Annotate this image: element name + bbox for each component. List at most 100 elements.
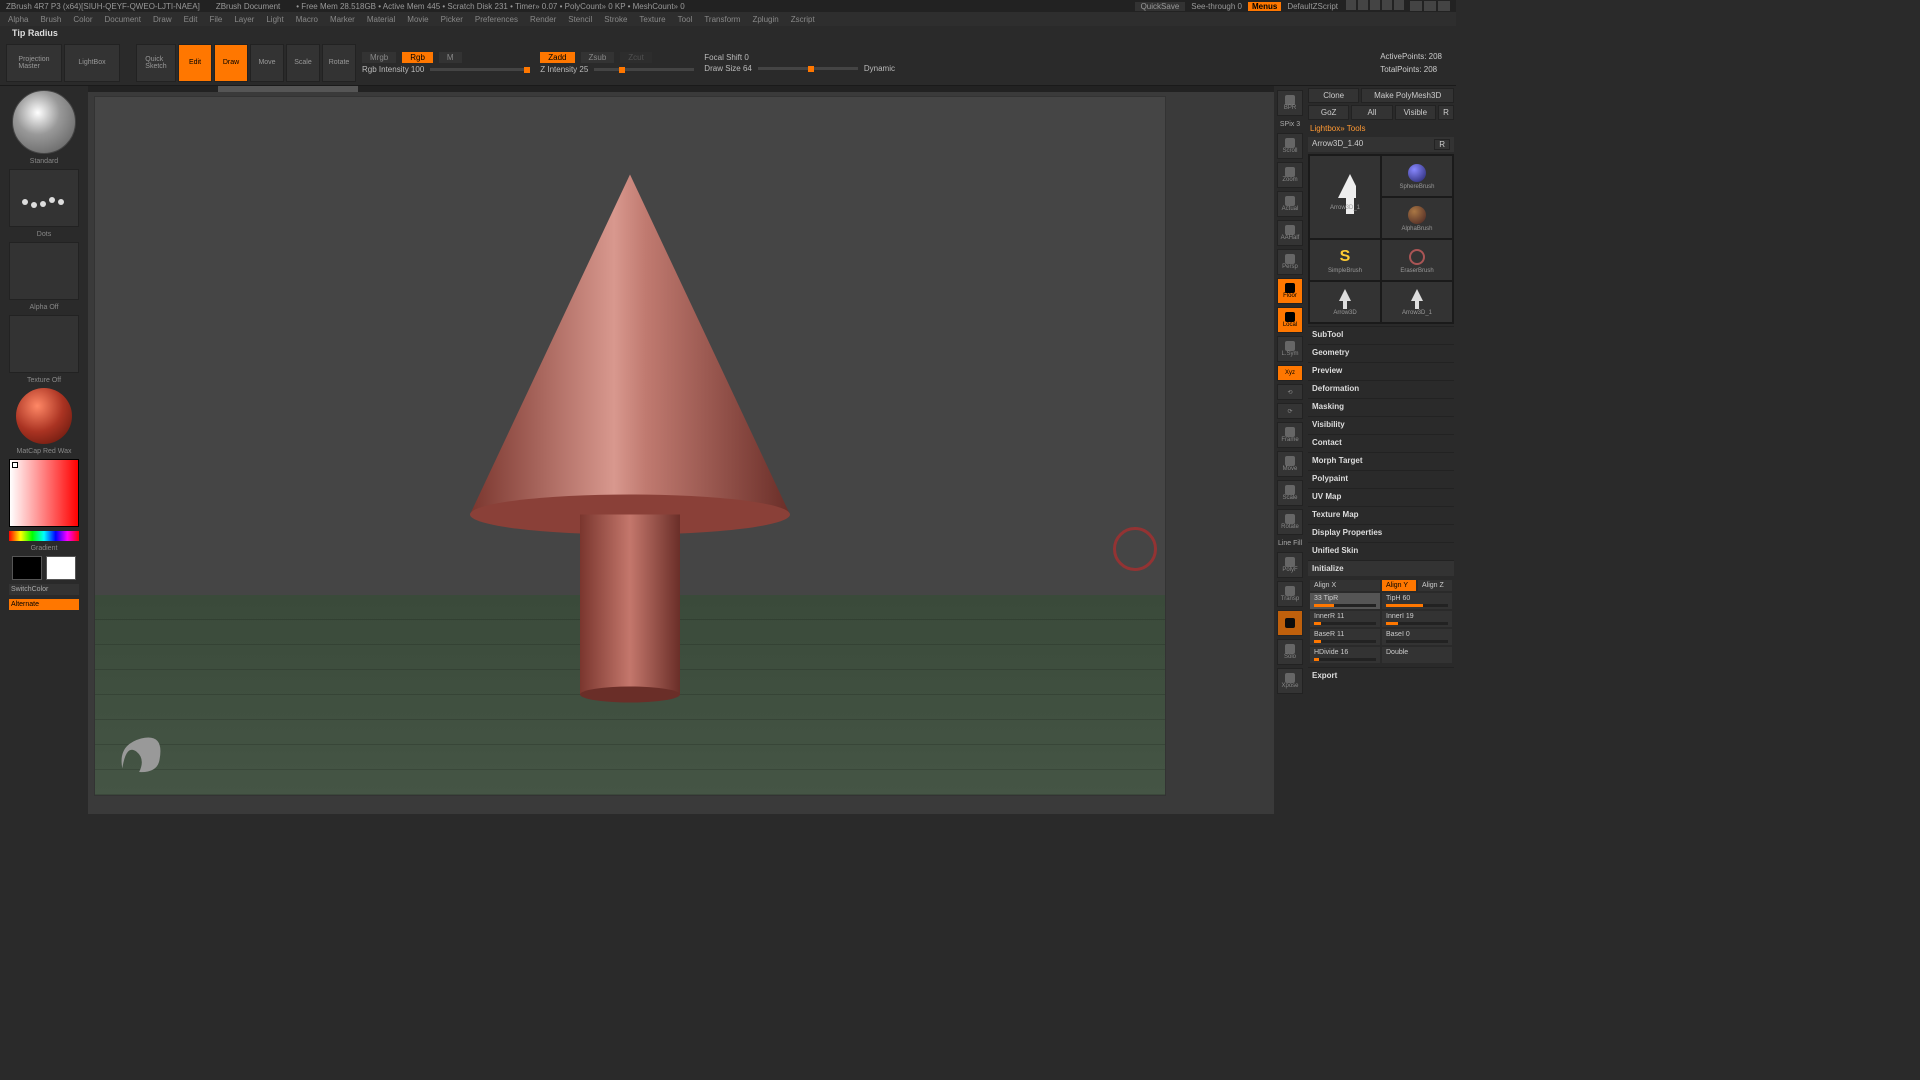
move-button[interactable]: Move bbox=[250, 44, 284, 82]
menu-picker[interactable]: Picker bbox=[441, 15, 463, 24]
inner-r-slider[interactable]: InnerR 11 bbox=[1310, 611, 1380, 627]
menu-file[interactable]: File bbox=[209, 15, 222, 24]
tool-eraserbrush[interactable]: EraserBrush bbox=[1382, 240, 1452, 280]
menu-stencil[interactable]: Stencil bbox=[568, 15, 592, 24]
clone-button[interactable]: Clone bbox=[1308, 88, 1359, 103]
tool-alphabrush[interactable]: AlphaBrush bbox=[1382, 198, 1452, 238]
mrgb-button[interactable]: Mrgb bbox=[362, 52, 396, 63]
quicksave-button[interactable]: QuickSave bbox=[1135, 2, 1186, 11]
aahalf-button[interactable]: AAHalf bbox=[1277, 220, 1303, 246]
ui-config-icons[interactable] bbox=[1344, 0, 1404, 12]
persp-button[interactable]: Persp bbox=[1277, 249, 1303, 275]
focal-shift-slider[interactable]: Focal Shift 0 bbox=[704, 53, 748, 62]
tool-r-button[interactable]: R bbox=[1434, 139, 1450, 150]
menu-stroke[interactable]: Stroke bbox=[604, 15, 627, 24]
lsym-button[interactable]: L.Sym bbox=[1277, 336, 1303, 362]
menu-zscript[interactable]: Zscript bbox=[791, 15, 815, 24]
bpr-button[interactable]: BPR bbox=[1277, 90, 1303, 116]
hdivide-slider[interactable]: HDivide 16 bbox=[1310, 647, 1380, 663]
section-contact[interactable]: Contact bbox=[1308, 434, 1454, 450]
section-polypaint[interactable]: Polypaint bbox=[1308, 470, 1454, 486]
menu-alpha[interactable]: Alpha bbox=[8, 15, 28, 24]
menu-zplugin[interactable]: Zplugin bbox=[752, 15, 778, 24]
tool-spherebrush[interactable]: SphereBrush bbox=[1382, 156, 1452, 196]
local-button[interactable]: Local bbox=[1277, 307, 1303, 333]
tool-arrow3d[interactable]: Arrow3D bbox=[1310, 282, 1380, 322]
material-selector[interactable] bbox=[16, 388, 72, 444]
section-subtool[interactable]: SubTool bbox=[1308, 326, 1454, 342]
tip-height-slider[interactable]: TipH 60 bbox=[1382, 593, 1452, 609]
xyz-button[interactable]: Xyz bbox=[1277, 365, 1303, 381]
zadd-button[interactable]: Zadd bbox=[540, 52, 574, 63]
rgb-button[interactable]: Rgb bbox=[402, 52, 433, 63]
lightbox-button[interactable]: LightBox bbox=[64, 44, 120, 82]
goz-all-button[interactable]: All bbox=[1351, 105, 1392, 120]
menu-marker[interactable]: Marker bbox=[330, 15, 355, 24]
tool-arrow3d-1[interactable]: Arrow3D_1 bbox=[1382, 282, 1452, 322]
spix-slider[interactable]: SPix 3 bbox=[1278, 119, 1302, 130]
goz-r-button[interactable]: R bbox=[1438, 105, 1454, 120]
seethrough-slider[interactable]: See-through 0 bbox=[1191, 2, 1242, 11]
rot-z-button[interactable]: ⟳ bbox=[1277, 403, 1303, 419]
base-r-slider[interactable]: BaseR 11 bbox=[1310, 629, 1380, 645]
inner-i-slider[interactable]: InnerI 19 bbox=[1382, 611, 1452, 627]
section-masking[interactable]: Masking bbox=[1308, 398, 1454, 414]
arrow3d-model[interactable] bbox=[450, 164, 810, 707]
menu-movie[interactable]: Movie bbox=[407, 15, 428, 24]
rotate-button[interactable]: Rotate bbox=[322, 44, 356, 82]
make-polymesh-button[interactable]: Make PolyMesh3D bbox=[1361, 88, 1454, 103]
section-geometry[interactable]: Geometry bbox=[1308, 344, 1454, 360]
section-visibility[interactable]: Visibility bbox=[1308, 416, 1454, 432]
ghost-button[interactable] bbox=[1277, 610, 1303, 636]
m-button[interactable]: M bbox=[439, 52, 462, 63]
rgb-intensity-slider[interactable]: Rgb Intensity 100 bbox=[362, 65, 424, 74]
actual-button[interactable]: Actual bbox=[1277, 191, 1303, 217]
menu-document[interactable]: Document bbox=[105, 15, 141, 24]
menu-material[interactable]: Material bbox=[367, 15, 395, 24]
section-export[interactable]: Export bbox=[1308, 667, 1454, 683]
section-unified-skin[interactable]: Unified Skin bbox=[1308, 542, 1454, 558]
align-y-button[interactable]: Align Y bbox=[1382, 580, 1416, 591]
section-deformation[interactable]: Deformation bbox=[1308, 380, 1454, 396]
texture-selector[interactable] bbox=[9, 315, 79, 373]
menu-color[interactable]: Color bbox=[73, 15, 92, 24]
menu-texture[interactable]: Texture bbox=[639, 15, 665, 24]
scroll-button[interactable]: Scroll bbox=[1277, 133, 1303, 159]
tool-arrow3d-current[interactable]: Arrow3D_1 bbox=[1310, 156, 1380, 238]
menu-layer[interactable]: Layer bbox=[234, 15, 254, 24]
edit-button[interactable]: Edit bbox=[178, 44, 212, 82]
goz-button[interactable]: GoZ bbox=[1308, 105, 1349, 120]
menu-preferences[interactable]: Preferences bbox=[475, 15, 518, 24]
color-swatches[interactable] bbox=[12, 556, 76, 580]
section-initialize[interactable]: Initialize bbox=[1308, 560, 1454, 576]
horizontal-scroll[interactable] bbox=[88, 86, 1274, 92]
move-view-button[interactable]: Move bbox=[1277, 451, 1303, 477]
tip-radius-slider[interactable]: 33 TipR bbox=[1310, 593, 1380, 609]
z-intensity-slider[interactable]: Z Intensity 25 bbox=[540, 65, 588, 74]
menu-light[interactable]: Light bbox=[266, 15, 283, 24]
base-i-slider[interactable]: BaseI 0 bbox=[1382, 629, 1452, 645]
zcut-button[interactable]: Zcut bbox=[620, 52, 652, 63]
floor-button[interactable]: Floor bbox=[1277, 278, 1303, 304]
close-icon[interactable] bbox=[1438, 1, 1450, 11]
transp-button[interactable]: Transp bbox=[1277, 581, 1303, 607]
menu-macro[interactable]: Macro bbox=[296, 15, 318, 24]
section-morph-target[interactable]: Morph Target bbox=[1308, 452, 1454, 468]
section-display-properties[interactable]: Display Properties bbox=[1308, 524, 1454, 540]
tool-simplebrush[interactable]: SSimpleBrush bbox=[1310, 240, 1380, 280]
align-z-button[interactable]: Align Z bbox=[1418, 580, 1452, 591]
section-texture-map[interactable]: Texture Map bbox=[1308, 506, 1454, 522]
alternate-button[interactable]: Alternate bbox=[9, 599, 79, 610]
frame-button[interactable]: Frame bbox=[1277, 422, 1303, 448]
alpha-selector[interactable] bbox=[9, 242, 79, 300]
draw-button[interactable]: Draw bbox=[214, 44, 248, 82]
switch-color-button[interactable]: SwitchColor bbox=[9, 584, 79, 595]
lightbox-tools-link[interactable]: Lightbox» Tools bbox=[1308, 122, 1454, 135]
rot-y-button[interactable]: ⟲ bbox=[1277, 384, 1303, 400]
projection-master-button[interactable]: Projection Master bbox=[6, 44, 62, 82]
scale-view-button[interactable]: Scale bbox=[1277, 480, 1303, 506]
gradient-label[interactable]: Gradient bbox=[31, 545, 58, 552]
stroke-selector[interactable] bbox=[9, 169, 79, 227]
default-script[interactable]: DefaultZScript bbox=[1287, 2, 1338, 11]
zsub-button[interactable]: Zsub bbox=[581, 52, 615, 63]
